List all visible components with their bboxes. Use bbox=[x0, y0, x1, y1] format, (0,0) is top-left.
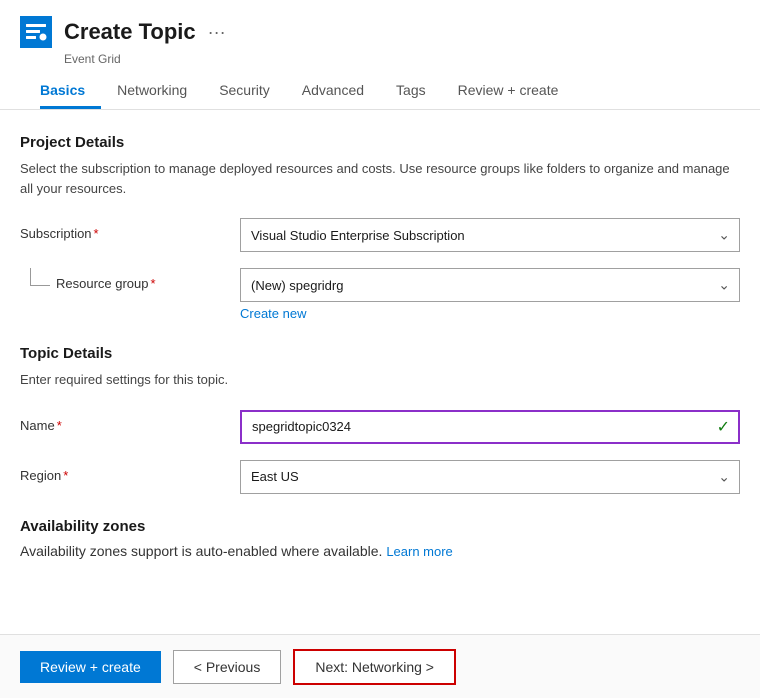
resource-group-dropdown[interactable]: (New) spegridrg ⌄ bbox=[240, 268, 740, 302]
tab-review-create[interactable]: Review + create bbox=[442, 74, 575, 109]
resource-group-row: Resource group* (New) spegridrg ⌄ bbox=[20, 268, 740, 302]
page-title: Create Topic bbox=[64, 19, 196, 45]
region-dropdown[interactable]: East US ⌄ bbox=[240, 460, 740, 494]
input-valid-icon: ✓ bbox=[717, 417, 730, 437]
project-details-desc: Select the subscription to manage deploy… bbox=[20, 159, 740, 198]
main-content: Project Details Select the subscription … bbox=[0, 110, 760, 614]
page-subtitle: Event Grid bbox=[64, 52, 740, 66]
subscription-label: Subscription* bbox=[20, 218, 240, 241]
tab-bar: Basics Networking Security Advanced Tags… bbox=[20, 74, 740, 109]
region-label: Region* bbox=[20, 460, 240, 483]
next-button[interactable]: Next: Networking > bbox=[293, 649, 456, 685]
topic-details-title: Topic Details bbox=[20, 345, 740, 362]
name-field-wrapper: ✓ bbox=[240, 410, 740, 444]
name-label: Name* bbox=[20, 410, 240, 433]
subscription-select[interactable]: Visual Studio Enterprise Subscription bbox=[240, 218, 740, 252]
rg-bracket-decoration bbox=[30, 268, 50, 286]
tab-tags[interactable]: Tags bbox=[380, 74, 442, 109]
page-icon bbox=[20, 16, 52, 48]
more-options-button[interactable]: ··· bbox=[208, 22, 226, 43]
availability-title: Availability zones bbox=[20, 518, 740, 535]
region-row: Region* East US ⌄ bbox=[20, 460, 740, 494]
tab-networking[interactable]: Networking bbox=[101, 74, 203, 109]
footer-bar: Review + create < Previous Next: Network… bbox=[0, 634, 760, 698]
tab-basics[interactable]: Basics bbox=[40, 74, 101, 109]
topic-details-desc: Enter required settings for this topic. bbox=[20, 370, 740, 390]
tab-advanced[interactable]: Advanced bbox=[286, 74, 380, 109]
resource-group-label: Resource group bbox=[56, 276, 149, 291]
subscription-dropdown[interactable]: Visual Studio Enterprise Subscription ⌄ bbox=[240, 218, 740, 252]
review-create-button[interactable]: Review + create bbox=[20, 651, 161, 683]
region-select[interactable]: East US bbox=[240, 460, 740, 494]
name-input[interactable] bbox=[240, 410, 740, 444]
previous-button[interactable]: < Previous bbox=[173, 650, 282, 684]
create-new-link[interactable]: Create new bbox=[240, 306, 306, 321]
name-row: Name* ✓ bbox=[20, 410, 740, 444]
subscription-row: Subscription* Visual Studio Enterprise S… bbox=[20, 218, 740, 252]
learn-more-link[interactable]: Learn more bbox=[386, 544, 452, 559]
availability-section: Availability zones Availability zones su… bbox=[20, 518, 740, 559]
project-details-title: Project Details bbox=[20, 134, 740, 151]
resource-group-select[interactable]: (New) spegridrg bbox=[240, 268, 740, 302]
tab-security[interactable]: Security bbox=[203, 74, 286, 109]
availability-desc: Availability zones support is auto-enabl… bbox=[20, 543, 382, 559]
